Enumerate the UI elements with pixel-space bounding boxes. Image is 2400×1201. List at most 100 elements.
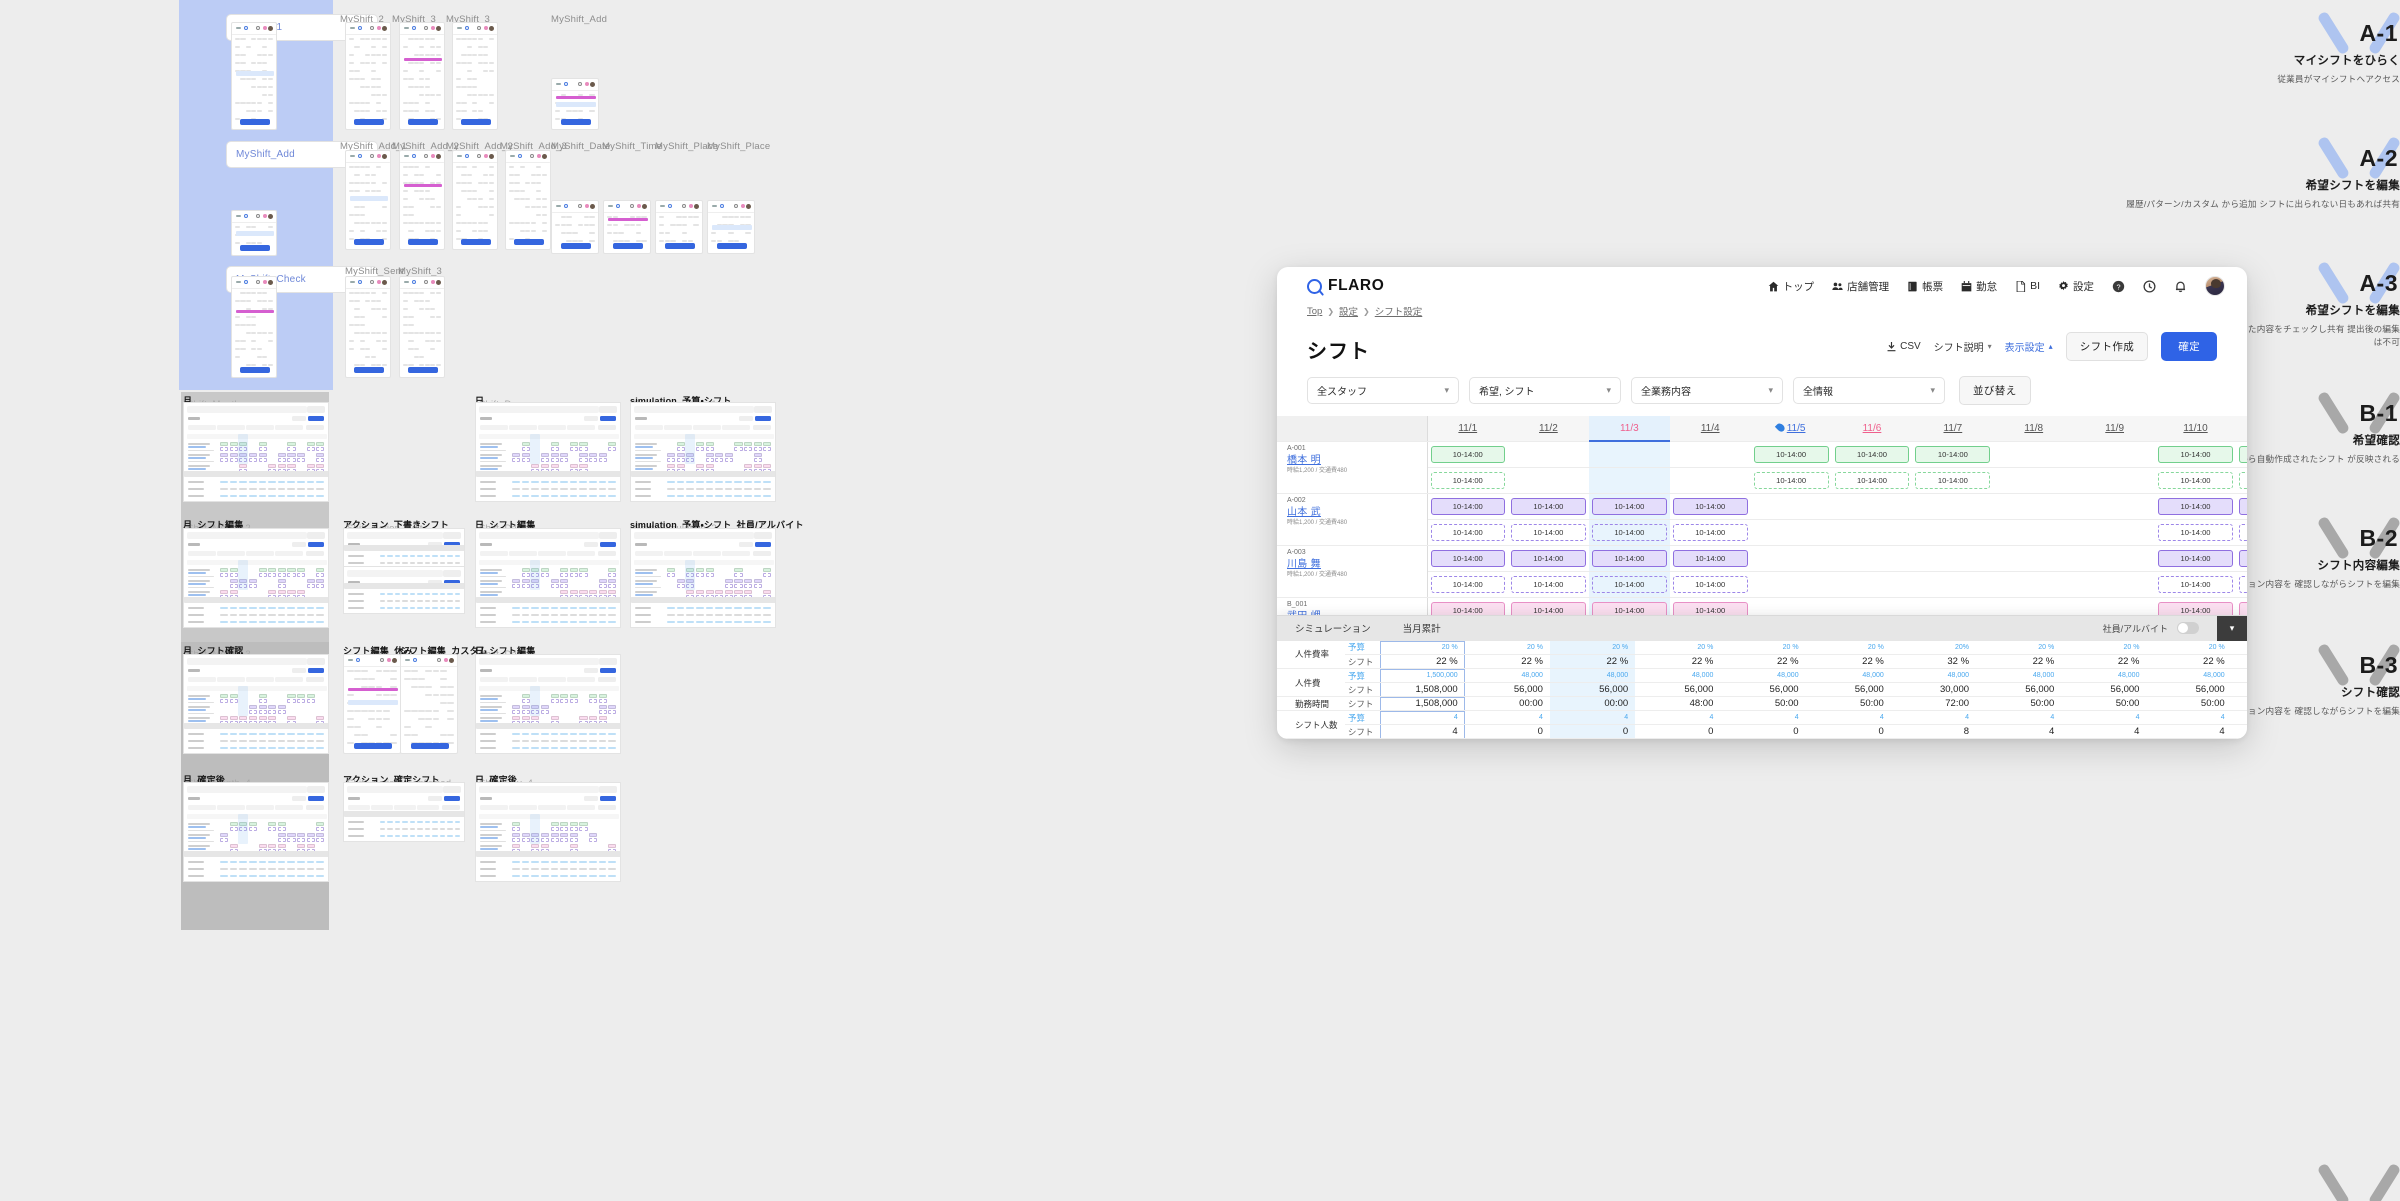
artboard-thumbnail[interactable]	[399, 22, 445, 130]
artboard-thumbnail[interactable]	[551, 78, 599, 130]
request-cell[interactable]: 10-14:00	[2235, 467, 2247, 494]
shift-cell[interactable]: 10-14:00	[1588, 493, 1670, 520]
request-cell[interactable]: 10-14:00	[2235, 571, 2247, 598]
request-chip[interactable]: 10-14:00	[1430, 471, 1505, 489]
artboard-thumbnail[interactable]	[452, 22, 498, 130]
artboard-thumbnail[interactable]	[345, 150, 391, 250]
artboard-thumbnail[interactable]	[475, 402, 621, 502]
request-chip[interactable]: 10-14:00	[1672, 523, 1748, 541]
confirm-button[interactable]: 確定	[2161, 332, 2217, 361]
create-shift-button[interactable]: シフト作成	[2065, 332, 2149, 361]
shift-chip[interactable]: 10-14:00	[1430, 549, 1505, 567]
request-cell[interactable]: 10-14:00	[1427, 467, 1508, 494]
shift-cell[interactable]: 10-14:00	[2235, 441, 2247, 468]
shift-cell[interactable]	[1507, 441, 1589, 468]
table-row[interactable]: A-002 山本 武時給1,200 / 交通費480 10-14:00 10-14:0…	[1277, 493, 2247, 546]
day-header-11-3[interactable]: 11/3	[1588, 416, 1670, 442]
artboard-thumbnail[interactable]	[475, 654, 621, 754]
artboard-thumbnail[interactable]	[183, 402, 329, 502]
request-cell[interactable]: 10-14:00	[1507, 571, 1589, 598]
shift-chip[interactable]: 10-14:00	[2238, 549, 2247, 567]
shift-chip[interactable]: 10-14:00	[2158, 549, 2233, 567]
artboard-label[interactable]: MyShift_Add	[551, 14, 607, 25]
shift-chip[interactable]: 10-14:00	[2238, 497, 2247, 515]
artboard-thumbnail[interactable]	[400, 654, 458, 754]
request-cell[interactable]	[1993, 519, 2075, 546]
artboard-thumbnail[interactable]	[183, 782, 329, 882]
shift-cell[interactable]	[1912, 493, 1994, 520]
request-chip[interactable]: 10-14:00	[1430, 523, 1505, 541]
task-filter[interactable]: 全業務内容 ▾	[1631, 377, 1783, 404]
shift-chip[interactable]: 10-14:00	[1834, 445, 1910, 463]
request-chip[interactable]: 10-14:00	[1834, 471, 1910, 489]
shift-cell[interactable]: 10-14:00	[1588, 545, 1670, 572]
request-cell[interactable]	[1993, 571, 2075, 598]
artboard-thumbnail[interactable]	[707, 200, 755, 254]
request-cell[interactable]	[1750, 571, 1832, 598]
shift-cell[interactable]	[1750, 493, 1832, 520]
shift-cell[interactable]: 10-14:00	[1750, 441, 1832, 468]
shift-chip[interactable]: 10-14:00	[1430, 497, 1505, 515]
shift-chip[interactable]: 10-14:00	[2158, 445, 2233, 463]
day-header-11-2[interactable]: 11/2	[1507, 416, 1589, 442]
request-chip[interactable]: 10-14:00	[1753, 471, 1829, 489]
shift-description-action[interactable]: シフト説明 ▾	[1934, 339, 1992, 354]
artboard-thumbnail[interactable]	[231, 22, 277, 130]
request-cell[interactable]	[1669, 467, 1751, 494]
day-header-11-4[interactable]: 11/4	[1669, 416, 1751, 442]
shift-chip[interactable]: 10-14:00	[1591, 497, 1667, 515]
flaro-logo[interactable]: FLARO	[1307, 277, 1384, 295]
request-chip[interactable]: 10-14:00	[1510, 523, 1586, 541]
request-chip[interactable]: 10-14:00	[1510, 575, 1586, 593]
shift-cell[interactable]: 10-14:00	[1507, 545, 1589, 572]
shift-cell[interactable]: 10-14:00	[2155, 493, 2236, 520]
employee-parttime-toggle[interactable]	[2177, 622, 2199, 634]
shift-chip[interactable]: 10-14:00	[1672, 549, 1748, 567]
staff-name[interactable]: 山本 武	[1287, 505, 1427, 520]
shift-cell[interactable]: 10-14:00	[2155, 441, 2236, 468]
shift-cell[interactable]: 10-14:00	[1669, 545, 1751, 572]
request-cell[interactable]	[2074, 467, 2156, 494]
request-chip[interactable]: 10-14:00	[1591, 575, 1667, 593]
shift-cell[interactable]: 10-14:00	[2235, 493, 2247, 520]
request-cell[interactable]: 10-14:00	[1750, 467, 1832, 494]
request-cell[interactable]	[1912, 519, 1994, 546]
staff-name[interactable]: 橋本 明	[1287, 453, 1427, 468]
request-cell[interactable]: 10-14:00	[1588, 571, 1670, 598]
staff-cell[interactable]: A-001 橋本 明時給1,200 / 交通費480	[1277, 441, 1428, 494]
request-chip[interactable]: 10-14:00	[2158, 471, 2233, 489]
artboard-thumbnail[interactable]	[345, 22, 391, 130]
nav-item-settings[interactable]: 設定	[2058, 279, 2094, 294]
artboard-label[interactable]: MyShift_Place	[707, 141, 770, 152]
request-cell[interactable]: 10-14:00	[1831, 467, 1913, 494]
shift-cell[interactable]	[1588, 441, 1670, 468]
artboard-thumbnail[interactable]	[551, 200, 599, 254]
request-cell[interactable]	[1912, 571, 1994, 598]
sort-button[interactable]: 並び替え	[1959, 376, 2031, 405]
shift-cell[interactable]: 10-14:00	[1427, 441, 1508, 468]
artboard-thumbnail[interactable]	[475, 782, 621, 882]
shift-chip[interactable]: 10-14:00	[1510, 497, 1586, 515]
shift-cell[interactable]	[1993, 493, 2075, 520]
staff-name[interactable]: 川島 舞	[1287, 557, 1427, 572]
request-cell[interactable]: 10-14:00	[2155, 467, 2236, 494]
table-row[interactable]: A-001 橋本 明時給1,200 / 交通費480 10-14:00 10-14:0…	[1277, 441, 2247, 494]
shift-cell[interactable]	[1993, 441, 2075, 468]
type-filter[interactable]: 希望, シフト ▾	[1469, 377, 1621, 404]
request-cell[interactable]: 10-14:00	[1912, 467, 1994, 494]
request-chip[interactable]: 10-14:00	[2238, 471, 2247, 489]
day-header-11-6[interactable]: 11/6	[1831, 416, 1913, 442]
artboard-thumbnail[interactable]	[475, 528, 621, 628]
filter-bar[interactable]: 全スタッフ ▾ 希望, シフト ▾ 全業務内容 ▾ 全情報 ▾ 並び替え	[1277, 364, 2247, 405]
day-header-11-5[interactable]: 11/5	[1750, 416, 1832, 442]
artboard-thumbnail[interactable]	[630, 402, 776, 502]
artboard-thumbnail[interactable]	[343, 654, 401, 754]
shift-cell[interactable]	[2074, 441, 2156, 468]
display-setting-action[interactable]: 表示設定 ▴	[2005, 339, 2053, 354]
info-filter[interactable]: 全情報 ▾	[1793, 377, 1945, 404]
page-actions[interactable]: CSV シフト説明 ▾ 表示設定 ▴ シフト作成 確定	[1887, 332, 2217, 364]
breadcrumb-top[interactable]: Top	[1307, 306, 1322, 317]
nav-item-top[interactable]: トップ	[1768, 279, 1814, 294]
request-cell[interactable]: 10-14:00	[2155, 571, 2236, 598]
artboard-thumbnail[interactable]	[343, 566, 465, 614]
